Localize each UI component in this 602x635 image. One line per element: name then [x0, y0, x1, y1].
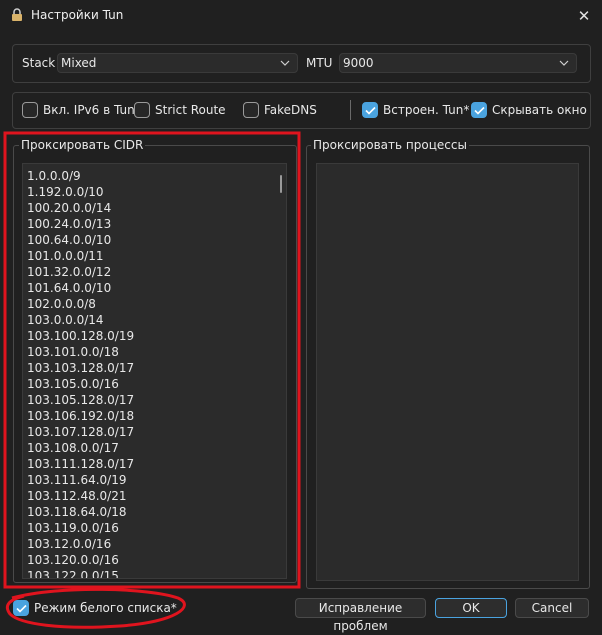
- list-item[interactable]: 103.106.192.0/18: [23, 408, 286, 424]
- stack-value: Mixed: [61, 56, 97, 70]
- list-item[interactable]: 103.118.64.0/18: [23, 504, 286, 520]
- list-item[interactable]: 103.100.128.0/19: [23, 328, 286, 344]
- mtu-label: MTU: [306, 56, 333, 70]
- window-title: Настройки Tun: [31, 8, 124, 22]
- builtin-tun-checkbox[interactable]: [362, 102, 378, 118]
- list-item[interactable]: 101.64.0.0/10: [23, 280, 286, 296]
- troubleshoot-button[interactable]: Исправление проблем: [295, 598, 426, 633]
- list-item[interactable]: 103.111.64.0/19: [23, 472, 286, 488]
- stack-select[interactable]: Mixed: [57, 53, 298, 73]
- hide-window-label: Скрывать окно: [492, 103, 587, 117]
- chevron-down-icon: [280, 60, 290, 66]
- strict-route-label: Strict Route: [155, 103, 226, 117]
- cidr-group-title: Проксировать CIDR: [19, 138, 146, 152]
- list-item[interactable]: 103.111.128.0/17: [23, 456, 286, 472]
- list-item[interactable]: 103.0.0.0/14: [23, 312, 286, 328]
- whitelist-checkbox[interactable]: [13, 600, 29, 616]
- list-item[interactable]: 103.108.0.0/17: [23, 440, 286, 456]
- processes-group-title: Проксировать процессы: [311, 138, 469, 152]
- list-item[interactable]: 103.112.48.0/21: [23, 488, 286, 504]
- list-item[interactable]: 103.119.0.0/16: [23, 520, 286, 536]
- mtu-value: 9000: [343, 56, 374, 70]
- list-item[interactable]: 103.12.0.0/16: [23, 536, 286, 552]
- list-item[interactable]: 101.32.0.0/12: [23, 264, 286, 280]
- list-item[interactable]: 103.101.0.0/18: [23, 344, 286, 360]
- list-item[interactable]: 103.120.0.0/16: [23, 552, 286, 568]
- list-item[interactable]: 100.20.0.0/14: [23, 200, 286, 216]
- check-icon: [365, 106, 376, 115]
- check-icon: [474, 106, 485, 115]
- cancel-button[interactable]: Cancel: [515, 598, 589, 618]
- builtin-tun-label: Встроен. Tun*: [383, 103, 470, 117]
- whitelist-label: Режим белого списка*: [34, 601, 177, 615]
- ipv6-checkbox[interactable]: [22, 102, 38, 118]
- list-item[interactable]: 101.0.0.0/11: [23, 248, 286, 264]
- list-item[interactable]: 1.192.0.0/10: [23, 184, 286, 200]
- list-item[interactable]: 1.0.0.0/9: [23, 168, 286, 184]
- mtu-select[interactable]: 9000: [339, 53, 577, 73]
- list-item[interactable]: 103.103.128.0/17: [23, 360, 286, 376]
- list-item[interactable]: 100.24.0.0/13: [23, 216, 286, 232]
- ipv6-label: Вкл. IPv6 в Tun: [43, 103, 135, 117]
- stack-label: Stack: [22, 56, 56, 70]
- title-bar: Настройки Tun ✕: [0, 0, 602, 32]
- check-icon: [16, 604, 27, 613]
- options-divider: [350, 100, 351, 120]
- close-icon[interactable]: ✕: [574, 6, 594, 26]
- list-item[interactable]: 103.122.0.0/15: [23, 568, 286, 578]
- hide-window-checkbox[interactable]: [471, 102, 487, 118]
- ok-button[interactable]: OK: [435, 598, 507, 618]
- list-item[interactable]: 103.107.128.0/17: [23, 424, 286, 440]
- list-item[interactable]: 103.105.0.0/16: [23, 376, 286, 392]
- strict-route-checkbox[interactable]: [134, 102, 150, 118]
- cidr-scrollbar[interactable]: [280, 175, 282, 193]
- app-icon: [10, 8, 24, 22]
- fakedns-checkbox[interactable]: [243, 102, 259, 118]
- list-item[interactable]: 102.0.0.0/8: [23, 296, 286, 312]
- processes-list[interactable]: [316, 163, 579, 581]
- list-item[interactable]: 100.64.0.0/10: [23, 232, 286, 248]
- fakedns-label: FakeDNS: [264, 103, 317, 117]
- list-item[interactable]: 103.105.128.0/17: [23, 392, 286, 408]
- chevron-down-icon: [559, 60, 569, 66]
- cidr-list[interactable]: 1.0.0.0/9 1.192.0.0/10 100.20.0.0/14 100.24…: [22, 163, 287, 579]
